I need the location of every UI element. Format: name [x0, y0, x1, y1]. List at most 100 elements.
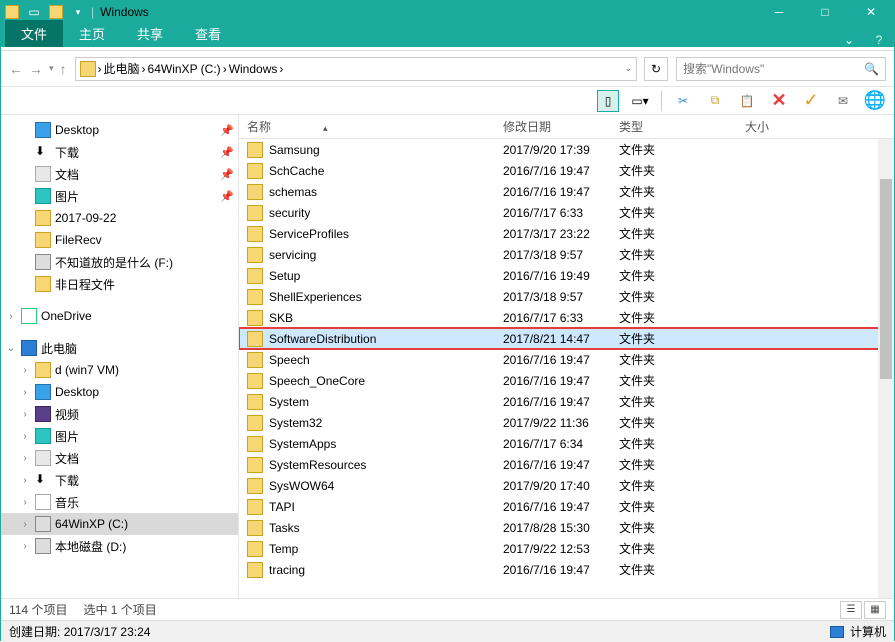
window-title: Windows: [100, 5, 149, 19]
col-date[interactable]: 修改日期: [503, 118, 619, 135]
table-row[interactable]: SysWOW642017/9/20 17:40文件夹: [239, 475, 894, 496]
back-button[interactable]: ←: [9, 61, 23, 77]
search-box[interactable]: 🔍: [676, 57, 886, 81]
col-name[interactable]: 名称▴: [247, 118, 503, 135]
tree-folder-2017[interactable]: 2017-09-22: [1, 207, 238, 229]
forward-button[interactable]: →: [29, 61, 43, 77]
breadcrumb-pc[interactable]: 此电脑: [104, 60, 140, 77]
ribbon-expand-icon[interactable]: ⌄: [834, 33, 864, 47]
col-size[interactable]: 大小: [745, 118, 894, 135]
tree-udrive[interactable]: 不知道放的是什么 (F:): [1, 251, 238, 273]
copy-button[interactable]: ⧉: [704, 90, 726, 112]
tree-dwin7[interactable]: ›d (win7 VM): [1, 359, 238, 381]
computer-label[interactable]: 计算机: [850, 623, 886, 640]
tab-file[interactable]: 文件: [5, 20, 63, 47]
search-input[interactable]: [683, 62, 864, 76]
tree-desktop[interactable]: Desktop📌: [1, 119, 238, 141]
maximize-button[interactable]: □: [802, 1, 848, 23]
view-details-button[interactable]: ☰: [840, 601, 862, 619]
tree-thispc[interactable]: ⌄此电脑: [1, 337, 238, 359]
table-row[interactable]: SchCache2016/7/16 19:47文件夹: [239, 160, 894, 181]
table-row[interactable]: Speech_OneCore2016/7/16 19:47文件夹: [239, 370, 894, 391]
table-row[interactable]: ServiceProfiles2017/3/17 23:22文件夹: [239, 223, 894, 244]
created-label: 创建日期:: [9, 623, 60, 640]
download-icon: ⬇: [35, 144, 51, 160]
file-date: 2016/7/16 19:47: [503, 563, 619, 577]
table-row[interactable]: Tasks2017/8/28 15:30文件夹: [239, 517, 894, 538]
cut-button[interactable]: ✂: [672, 90, 694, 112]
breadcrumb[interactable]: › 此电脑 › 64WinXP (C:) › Windows › ⌄: [75, 57, 637, 81]
view-icons-button[interactable]: ▦: [864, 601, 886, 619]
chevron-right-icon[interactable]: ›: [279, 62, 283, 76]
table-row[interactable]: System322017/9/22 11:36文件夹: [239, 412, 894, 433]
check-button[interactable]: ✓: [800, 90, 822, 112]
tree-cdrive[interactable]: ›64WinXP (C:): [1, 513, 238, 535]
layout-button-1[interactable]: ▯: [597, 90, 619, 112]
breadcrumb-drive[interactable]: 64WinXP (C:): [148, 62, 221, 76]
file-date: 2016/7/16 19:47: [503, 395, 619, 409]
table-row[interactable]: Setup2016/7/16 19:49文件夹: [239, 265, 894, 286]
file-name: Speech: [269, 353, 310, 367]
tree-music[interactable]: ›音乐: [1, 491, 238, 513]
delete-button[interactable]: ✕: [768, 90, 790, 112]
desktop-icon: [35, 122, 51, 138]
nav-tree[interactable]: Desktop📌 ⬇下载📌 文档📌 图片📌 2017-09-22 FileRec…: [1, 115, 239, 598]
minimize-button[interactable]: ─: [756, 1, 802, 23]
tree-nondaily[interactable]: 非日程文件: [1, 273, 238, 295]
table-row[interactable]: ShellExperiences2017/3/18 9:57文件夹: [239, 286, 894, 307]
tree-onedrive[interactable]: ›OneDrive: [1, 305, 238, 327]
refresh-button[interactable]: ↻: [644, 57, 668, 81]
tree-downloads2[interactable]: ›⬇下载: [1, 469, 238, 491]
help-icon[interactable]: ?: [864, 33, 894, 47]
file-list[interactable]: 名称▴ 修改日期 类型 大小 Samsung2017/9/20 17:39文件夹…: [239, 115, 894, 598]
list-header[interactable]: 名称▴ 修改日期 类型 大小: [239, 115, 894, 139]
tree-documents[interactable]: 文档📌: [1, 163, 238, 185]
table-row[interactable]: tracing2016/7/16 19:47文件夹: [239, 559, 894, 580]
layout-button-2[interactable]: ▭▾: [629, 90, 651, 112]
table-row[interactable]: SystemApps2016/7/17 6:34文件夹: [239, 433, 894, 454]
separator: [661, 91, 662, 111]
table-row[interactable]: Temp2017/9/22 12:53文件夹: [239, 538, 894, 559]
tree-filerecv[interactable]: FileRecv: [1, 229, 238, 251]
close-button[interactable]: ✕: [848, 1, 894, 23]
tree-downloads[interactable]: ⬇下载📌: [1, 141, 238, 163]
chevron-right-icon[interactable]: ›: [142, 62, 146, 76]
breadcrumb-dropdown-icon[interactable]: ⌄: [624, 63, 632, 74]
table-row[interactable]: TAPI2016/7/16 19:47文件夹: [239, 496, 894, 517]
table-row[interactable]: schemas2016/7/16 19:47文件夹: [239, 181, 894, 202]
tab-view[interactable]: 查看: [179, 20, 237, 47]
up-button[interactable]: ↑: [60, 61, 67, 77]
tree-pictures2[interactable]: ›图片: [1, 425, 238, 447]
scrollbar-thumb[interactable]: [880, 179, 892, 379]
table-row[interactable]: servicing2017/3/18 9:57文件夹: [239, 244, 894, 265]
tree-video[interactable]: ›视频: [1, 403, 238, 425]
tree-desktop2[interactable]: ›Desktop: [1, 381, 238, 403]
table-row[interactable]: SystemResources2016/7/16 19:47文件夹: [239, 454, 894, 475]
table-row[interactable]: security2016/7/17 6:33文件夹: [239, 202, 894, 223]
table-row[interactable]: SoftwareDistribution2017/8/21 14:47文件夹: [239, 328, 894, 349]
globe-button[interactable]: 🌐: [864, 90, 886, 112]
tree-documents2[interactable]: ›文档: [1, 447, 238, 469]
recent-dropdown-icon[interactable]: ▾: [49, 63, 54, 74]
file-type: 文件夹: [619, 183, 745, 200]
folder-icon: [247, 394, 263, 410]
tree-ddrive[interactable]: ›本地磁盘 (D:): [1, 535, 238, 557]
scrollbar[interactable]: [878, 139, 894, 598]
search-icon[interactable]: 🔍: [864, 62, 879, 76]
mail-button[interactable]: ✉: [832, 90, 854, 112]
paste-button[interactable]: 📋: [736, 90, 758, 112]
col-type[interactable]: 类型: [619, 118, 745, 135]
tree-pictures[interactable]: 图片📌: [1, 185, 238, 207]
file-date: 2016/7/17 6:34: [503, 437, 619, 451]
table-row[interactable]: SKB2016/7/17 6:33文件夹: [239, 307, 894, 328]
chevron-right-icon[interactable]: ›: [98, 62, 102, 76]
table-row[interactable]: System2016/7/16 19:47文件夹: [239, 391, 894, 412]
cloud-icon: [21, 308, 37, 324]
table-row[interactable]: Speech2016/7/16 19:47文件夹: [239, 349, 894, 370]
breadcrumb-folder[interactable]: Windows: [229, 62, 278, 76]
tab-share[interactable]: 共享: [121, 20, 179, 47]
file-type: 文件夹: [619, 288, 745, 305]
chevron-right-icon[interactable]: ›: [223, 62, 227, 76]
table-row[interactable]: Samsung2017/9/20 17:39文件夹: [239, 139, 894, 160]
tab-home[interactable]: 主页: [63, 20, 121, 47]
